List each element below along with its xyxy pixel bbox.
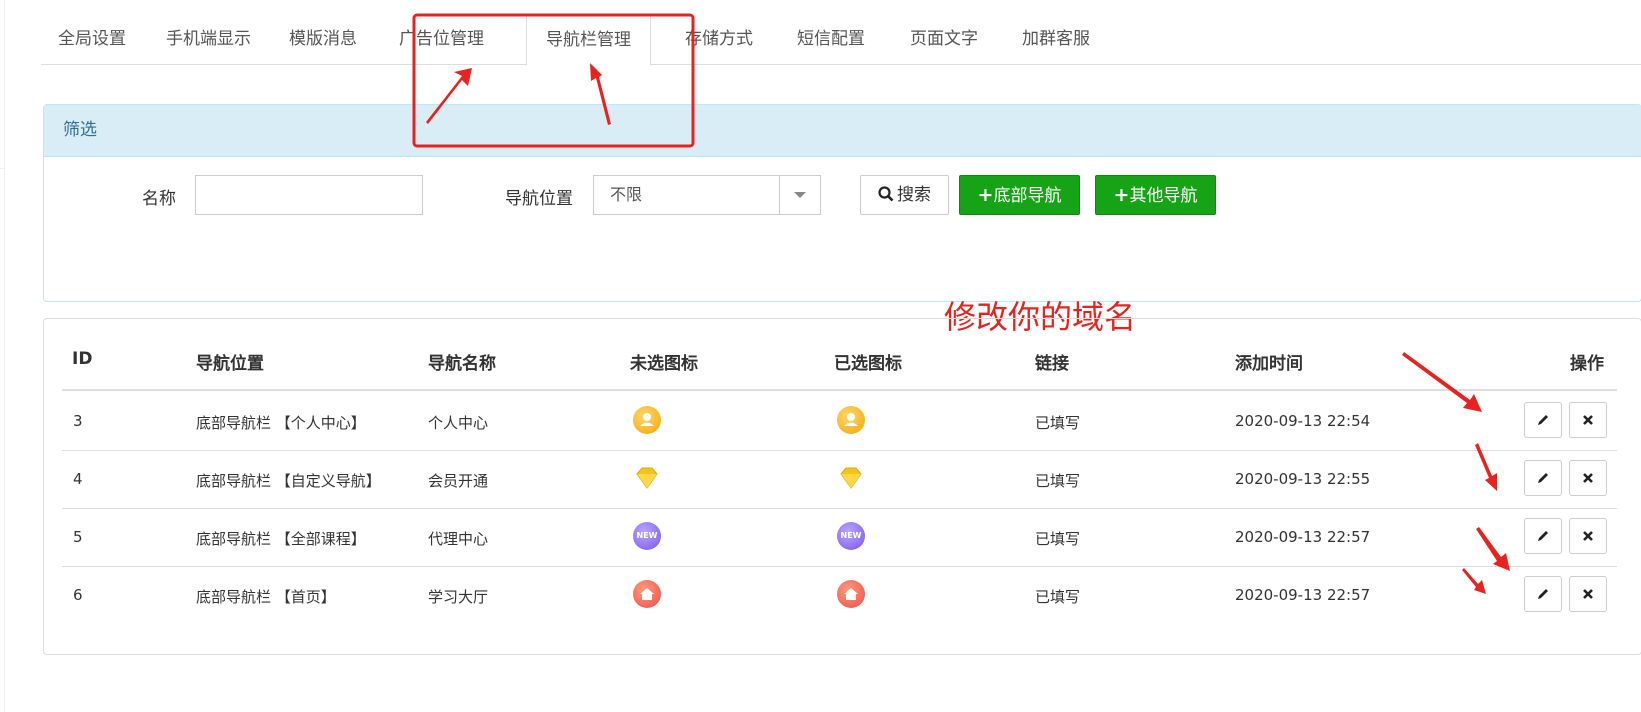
row-name: 学习大厅 xyxy=(428,588,489,606)
filter-panel-title: 筛选 xyxy=(44,105,1641,157)
diamond-icon xyxy=(837,464,865,492)
row-position: 底部导航栏 【自定义导航】 xyxy=(196,472,381,490)
tab-page-text[interactable]: 页面文字 xyxy=(901,14,987,63)
delete-button[interactable] xyxy=(1569,576,1607,612)
add-other-nav-button[interactable]: +其他导航 xyxy=(1095,175,1216,215)
row-link-status: 已填写 xyxy=(1035,530,1081,548)
row-added-time: 2020-09-13 22:57 xyxy=(1235,528,1371,546)
name-input[interactable] xyxy=(195,175,423,215)
close-icon xyxy=(1583,473,1593,483)
col-header-actions: 操作 xyxy=(1570,354,1604,374)
tab-group-service[interactable]: 加群客服 xyxy=(1013,14,1099,63)
search-button-label: 搜索 xyxy=(897,185,931,205)
col-header-id: ID xyxy=(72,349,93,369)
home-icon xyxy=(837,580,865,608)
row-position: 底部导航栏 【全部课程】 xyxy=(196,530,366,548)
row-id: 6 xyxy=(73,586,83,604)
col-header-name: 导航名称 xyxy=(428,354,496,374)
pencil-icon xyxy=(1538,531,1548,541)
tab-sms-config[interactable]: 短信配置 xyxy=(788,14,874,63)
tab-global-settings[interactable]: 全局设置 xyxy=(49,14,135,63)
edit-button[interactable] xyxy=(1524,518,1562,554)
nav-position-select[interactable]: 不限 xyxy=(593,175,821,215)
search-icon xyxy=(878,186,894,202)
new-icon: NEW xyxy=(633,522,661,550)
row-position: 底部导航栏 【个人中心】 xyxy=(196,414,366,432)
add-bottom-nav-label: 底部导航 xyxy=(993,186,1062,206)
col-header-added-time: 添加时间 xyxy=(1235,354,1303,374)
new-icon: NEW xyxy=(837,522,865,550)
close-icon xyxy=(1583,415,1593,425)
plus-icon: + xyxy=(977,184,994,206)
tab-storage[interactable]: 存储方式 xyxy=(676,14,762,63)
row-divider xyxy=(62,508,1617,509)
row-id: 4 xyxy=(73,470,83,488)
left-border-tick xyxy=(0,168,4,169)
col-header-selected-icon: 已选图标 xyxy=(834,354,902,374)
row-position: 底部导航栏 【首页】 xyxy=(196,588,336,606)
header-divider xyxy=(62,389,1617,391)
user-icon xyxy=(837,406,865,434)
edit-button[interactable] xyxy=(1524,402,1562,438)
left-border xyxy=(4,0,5,712)
home-icon xyxy=(633,580,661,608)
diamond-icon xyxy=(633,464,661,492)
plus-icon: + xyxy=(1113,184,1130,206)
edit-button[interactable] xyxy=(1524,576,1562,612)
pencil-icon xyxy=(1538,589,1548,599)
close-icon xyxy=(1583,531,1593,541)
col-header-link: 链接 xyxy=(1035,354,1069,374)
row-added-time: 2020-09-13 22:57 xyxy=(1235,586,1371,604)
pencil-icon xyxy=(1538,473,1548,483)
user-icon xyxy=(633,406,661,434)
nav-position-value: 不限 xyxy=(610,185,643,204)
row-added-time: 2020-09-13 22:54 xyxy=(1235,412,1371,430)
col-header-unselected-icon: 未选图标 xyxy=(630,354,698,374)
pencil-icon xyxy=(1538,415,1548,425)
add-bottom-nav-button[interactable]: +底部导航 xyxy=(959,175,1080,215)
row-id: 3 xyxy=(73,412,83,430)
row-divider xyxy=(62,450,1617,451)
row-name: 会员开通 xyxy=(428,472,489,490)
row-divider xyxy=(62,566,1617,567)
row-link-status: 已填写 xyxy=(1035,472,1081,490)
delete-button[interactable] xyxy=(1569,402,1607,438)
row-id: 5 xyxy=(73,528,83,546)
chevron-down-icon[interactable] xyxy=(779,176,820,214)
add-other-nav-label: 其他导航 xyxy=(1129,186,1198,206)
search-button[interactable]: 搜索 xyxy=(860,175,949,215)
col-header-position: 导航位置 xyxy=(196,354,264,374)
delete-button[interactable] xyxy=(1569,518,1607,554)
row-name: 代理中心 xyxy=(428,530,489,548)
row-added-time: 2020-09-13 22:55 xyxy=(1235,470,1371,488)
delete-button[interactable] xyxy=(1569,460,1607,496)
tab-ad-management[interactable]: 广告位管理 xyxy=(389,14,494,63)
nav-position-label: 导航位置 xyxy=(505,189,573,209)
tab-nav-management[interactable]: 导航栏管理 xyxy=(526,14,651,66)
settings-tabs: 全局设置 手机端显示 模版消息 广告位管理 导航栏管理 存储方式 短信配置 页面… xyxy=(41,14,1641,66)
row-name: 个人中心 xyxy=(428,414,489,432)
name-label: 名称 xyxy=(142,189,176,209)
row-link-status: 已填写 xyxy=(1035,414,1081,432)
edit-button[interactable] xyxy=(1524,460,1562,496)
tab-mobile-display[interactable]: 手机端显示 xyxy=(156,14,261,63)
row-link-status: 已填写 xyxy=(1035,588,1081,606)
close-icon xyxy=(1583,589,1593,599)
tab-template-messages[interactable]: 模版消息 xyxy=(280,14,366,63)
